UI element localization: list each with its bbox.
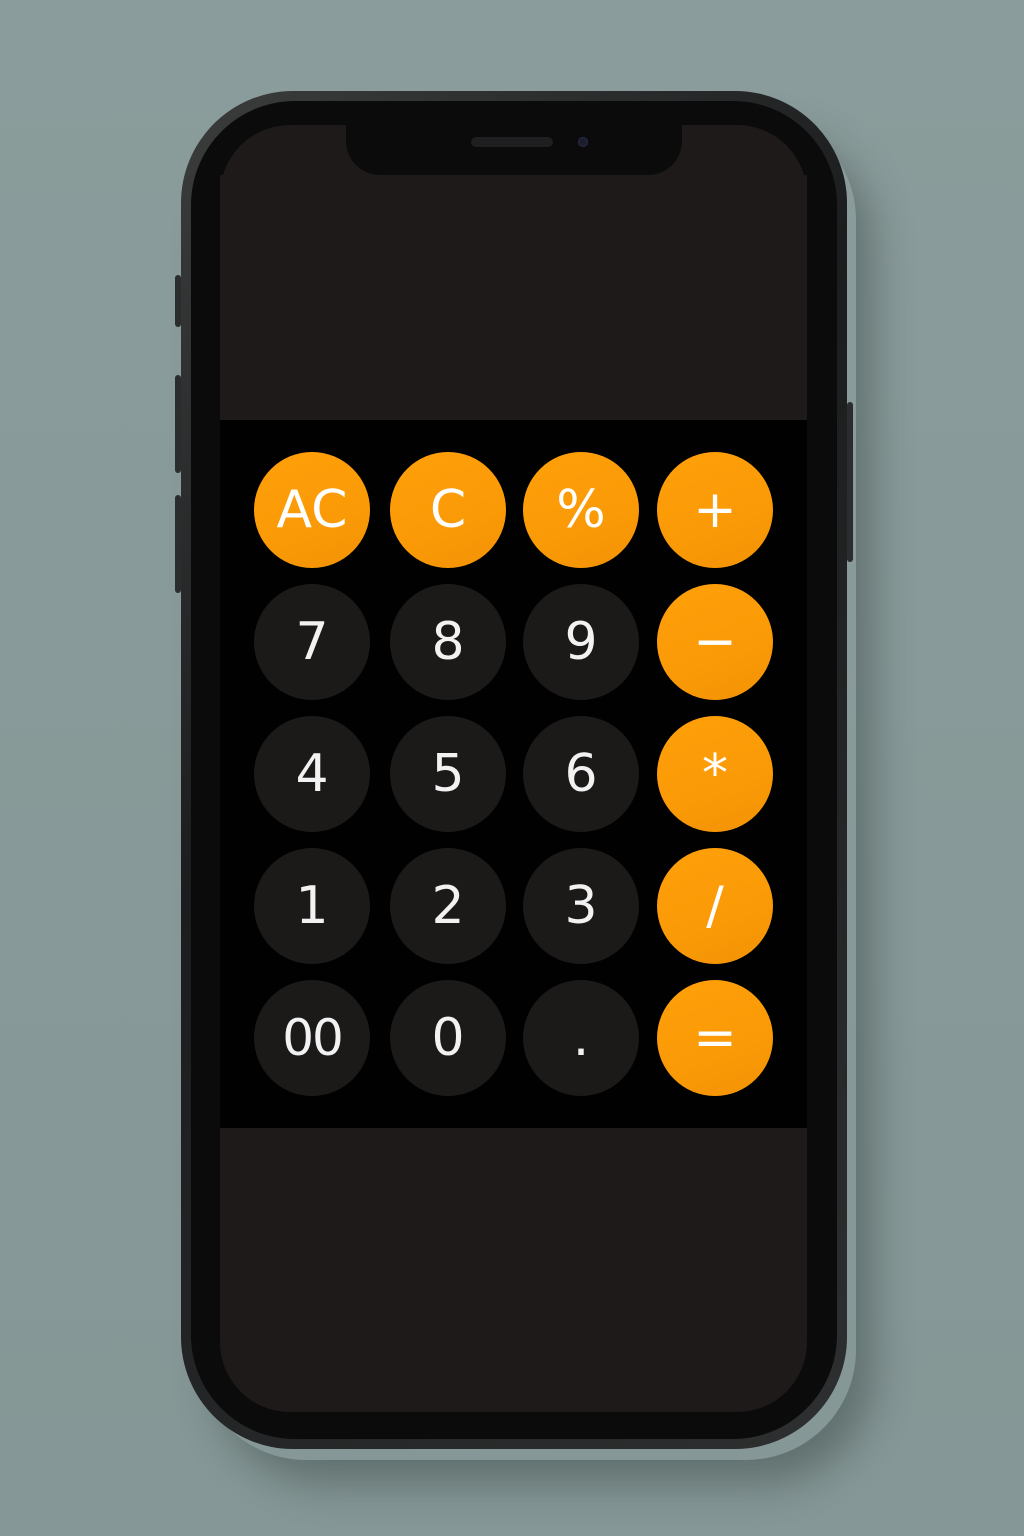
notch — [346, 120, 682, 175]
digit-7-label: 7 — [295, 612, 329, 672]
equals-button[interactable]: = — [657, 980, 773, 1096]
digit-8-button[interactable]: 8 — [390, 584, 506, 700]
subtract-label: − — [693, 612, 737, 672]
subtract-button[interactable]: − — [657, 584, 773, 700]
digit-8-label: 8 — [431, 612, 465, 672]
power-button — [847, 402, 853, 562]
clear-button[interactable]: C — [390, 452, 506, 568]
scene-background: AC C % + 7 8 9 − 4 5 6 * 1 2 3 / 00 0 . … — [0, 0, 1024, 1536]
digit-2-label: 2 — [431, 876, 465, 936]
digit-9-label: 9 — [564, 612, 598, 672]
digit-0-button[interactable]: 0 — [390, 980, 506, 1096]
digit-1-button[interactable]: 1 — [254, 848, 370, 964]
clear-label: C — [429, 480, 467, 540]
decimal-label: . — [572, 1008, 590, 1068]
equals-label: = — [693, 1008, 737, 1068]
decimal-button[interactable]: . — [523, 980, 639, 1096]
multiply-button[interactable]: * — [657, 716, 773, 832]
digit-0-label: 0 — [431, 1008, 465, 1068]
digit-1-label: 1 — [295, 876, 329, 936]
digit-3-button[interactable]: 3 — [523, 848, 639, 964]
all-clear-button[interactable]: AC — [254, 452, 370, 568]
digit-4-button[interactable]: 4 — [254, 716, 370, 832]
digit-3-label: 3 — [564, 876, 598, 936]
calculator-display — [220, 175, 807, 420]
double-zero-button[interactable]: 00 — [254, 980, 370, 1096]
digit-5-label: 5 — [431, 744, 465, 804]
divide-button[interactable]: / — [657, 848, 773, 964]
digit-4-label: 4 — [295, 744, 329, 804]
digit-6-button[interactable]: 6 — [523, 716, 639, 832]
add-label: + — [693, 480, 737, 540]
digit-7-button[interactable]: 7 — [254, 584, 370, 700]
digit-6-label: 6 — [564, 744, 598, 804]
digit-9-button[interactable]: 9 — [523, 584, 639, 700]
digit-2-button[interactable]: 2 — [390, 848, 506, 964]
screen-bottom-area — [220, 1128, 807, 1412]
double-zero-label: 00 — [282, 1009, 344, 1067]
percent-label: % — [556, 480, 606, 540]
front-camera — [578, 137, 588, 147]
multiply-label: * — [702, 744, 728, 804]
digit-5-button[interactable]: 5 — [390, 716, 506, 832]
add-button[interactable]: + — [657, 452, 773, 568]
all-clear-label: AC — [276, 480, 348, 540]
divide-label: / — [706, 876, 724, 936]
percent-button[interactable]: % — [523, 452, 639, 568]
earpiece-speaker — [471, 137, 553, 147]
